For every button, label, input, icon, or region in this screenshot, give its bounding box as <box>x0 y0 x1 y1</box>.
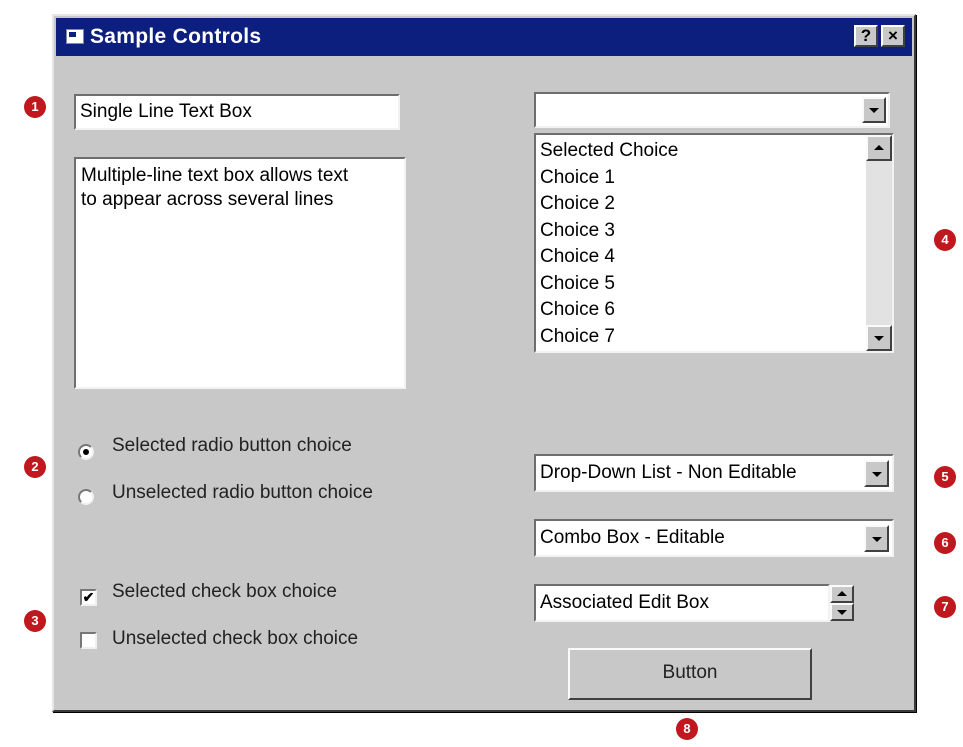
list-combo-dropdown-button[interactable] <box>862 97 886 123</box>
spin-down-button[interactable] <box>830 603 854 621</box>
callout-marker: 1 <box>24 96 46 118</box>
chevron-down-icon <box>871 471 882 477</box>
window-icon[interactable] <box>66 29 84 44</box>
chevron-up-icon <box>874 145 884 150</box>
listbox-scrollbar[interactable] <box>866 135 892 351</box>
checkbox-selected[interactable]: ✔ <box>80 589 97 606</box>
radio-label-selected[interactable]: Selected radio button choice <box>112 435 352 457</box>
multi-line-text-line: Multiple-line text box allows text <box>81 165 349 186</box>
multi-line-textbox[interactable]: Multiple-line text box allows text to ap… <box>74 157 406 389</box>
radio-label-unselected[interactable]: Unselected radio button choice <box>112 482 373 504</box>
list-item[interactable]: Choice 4 <box>536 244 892 271</box>
list-item[interactable]: Choice 2 <box>536 191 892 218</box>
chevron-down-icon <box>869 108 879 113</box>
callout-marker: 4 <box>934 229 956 251</box>
list-item[interactable]: Choice 1 <box>536 165 892 192</box>
checkbox-label-selected[interactable]: Selected check box choice <box>112 581 337 603</box>
list-item[interactable]: Selected Choice <box>536 138 892 165</box>
chevron-down-icon <box>871 536 882 542</box>
chevron-up-icon <box>837 591 847 596</box>
multi-line-text-line: to appear across several lines <box>81 189 334 210</box>
sample-controls-window: Sample Controls ? × Single Line Text Box… <box>52 14 916 712</box>
spin-edit-box[interactable]: Associated Edit Box <box>534 584 830 622</box>
list-item[interactable]: Choice 6 <box>536 297 892 324</box>
combo-box-button[interactable] <box>864 525 889 552</box>
radio-button-selected[interactable] <box>78 444 94 460</box>
checkbox-label-unselected[interactable]: Unselected check box choice <box>112 628 358 650</box>
single-line-textbox[interactable]: Single Line Text Box <box>74 94 400 130</box>
scroll-down-button[interactable] <box>866 325 892 351</box>
callout-marker: 6 <box>934 532 956 554</box>
callout-marker: 8 <box>676 718 698 740</box>
callout-marker: 7 <box>934 596 956 618</box>
spin-up-button[interactable] <box>830 585 854 603</box>
title-bar[interactable]: Sample Controls ? × <box>56 18 912 56</box>
callout-marker: 2 <box>24 456 46 478</box>
chevron-down-icon <box>837 610 847 615</box>
combo-box[interactable]: Combo Box - Editable <box>534 519 894 557</box>
list-item[interactable]: Choice 5 <box>536 271 892 298</box>
list-item[interactable]: Choice 7 <box>536 324 892 351</box>
list-item[interactable]: Choice 3 <box>536 218 892 245</box>
callout-marker: 3 <box>24 610 46 632</box>
push-button[interactable]: Button <box>568 648 812 700</box>
scroll-up-button[interactable] <box>866 135 892 161</box>
list-combo-edit[interactable] <box>534 92 890 128</box>
chevron-down-icon <box>874 336 884 341</box>
dropdown-list-button[interactable] <box>864 460 889 487</box>
choice-listbox[interactable]: Selected Choice Choice 1 Choice 2 Choice… <box>534 133 894 353</box>
callout-marker: 5 <box>934 466 956 488</box>
close-button[interactable]: × <box>881 25 905 47</box>
radio-button-unselected[interactable] <box>78 489 94 505</box>
checkbox-unselected[interactable] <box>80 632 97 649</box>
help-button[interactable]: ? <box>854 25 878 47</box>
window-title: Sample Controls <box>90 25 262 48</box>
dropdown-list[interactable]: Drop-Down List - Non Editable <box>534 454 894 492</box>
